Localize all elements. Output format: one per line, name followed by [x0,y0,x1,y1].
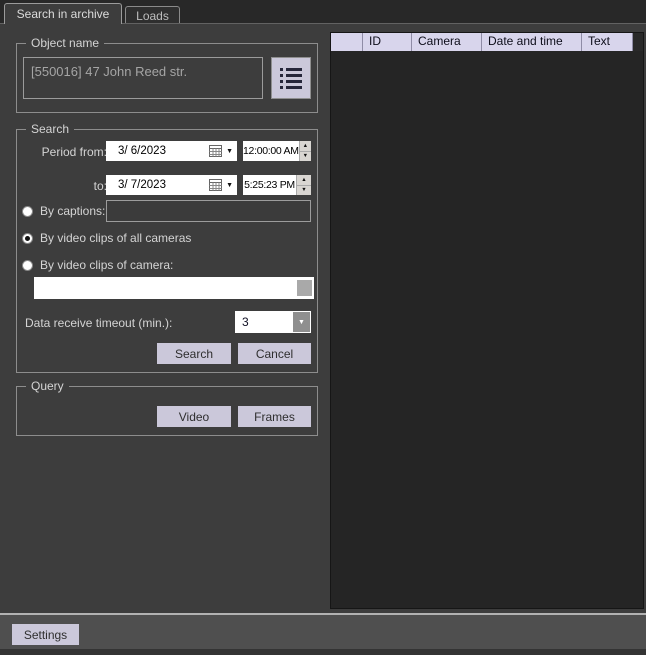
frames-button[interactable]: Frames [238,406,311,427]
date-to-picker[interactable]: 3/ 7/2023 ▼ [106,175,237,195]
column-header-selector[interactable] [331,33,363,51]
radio-by-captions[interactable] [22,205,33,217]
object-name-value: [550016] 47 John Reed str. [23,57,263,99]
by-captions-option[interactable]: By captions: [22,204,105,218]
search-group: Search Period from: 3/ 6/2023 ▼ 12:00:00… [16,122,318,373]
chevron-down-icon[interactable]: ▼ [222,182,237,189]
timeout-combobox[interactable]: 3 ▼ [235,311,311,333]
spin-down-icon[interactable]: ▼ [297,184,311,195]
tab-search-in-archive[interactable]: Search in archive [4,3,122,24]
column-header-date-and-time[interactable]: Date and time [482,33,582,51]
chevron-down-icon[interactable]: ▼ [293,312,310,332]
spin-up-icon[interactable]: ▲ [297,175,311,185]
chevron-down-icon[interactable]: ▼ [222,148,237,155]
timeout-value: 3 [242,315,249,329]
object-name-group: Object name [550016] 47 John Reed str. [16,36,318,113]
timeout-label: Data receive timeout (min.): [25,316,173,330]
date-from-picker[interactable]: 3/ 6/2023 ▼ [106,141,237,161]
object-list-button[interactable] [271,57,311,99]
query-legend: Query [26,379,69,394]
time-from-value: 12:00:00 AM [243,145,299,157]
cancel-button[interactable]: Cancel [238,343,311,364]
time-to-value: 5:25:23 PM [244,179,295,191]
by-camera-option[interactable]: By video clips of camera: [22,258,173,272]
spin-up-icon[interactable]: ▲ [299,141,311,151]
calendar-icon [209,179,223,191]
tab-page-search-in-archive: Object name [550016] 47 John Reed str. S… [0,23,646,613]
time-from-spinner[interactable]: ▲ ▼ [298,141,311,161]
search-legend: Search [26,122,75,137]
results-table-header: ID Camera Date and time Text [331,33,643,51]
radio-by-all-cameras[interactable] [22,232,33,244]
column-header-camera[interactable]: Camera [412,33,482,51]
period-from-label: Period from: [41,145,107,159]
captions-input[interactable] [106,200,311,222]
query-group: Query Video Frames [16,379,318,436]
list-icon [280,68,302,89]
column-header-id[interactable]: ID [363,33,412,51]
by-all-cameras-label: By video clips of all cameras [40,231,192,245]
calendar-icon [209,145,223,157]
time-to-picker[interactable]: 5:25:23 PM ▲ ▼ [243,175,311,195]
settings-button[interactable]: Settings [12,624,79,645]
camera-combobox[interactable] [34,277,314,299]
by-captions-label: By captions: [40,204,106,218]
video-button[interactable]: Video [157,406,231,427]
bottom-strip [0,649,646,655]
dropdown-button[interactable] [297,280,312,296]
spin-down-icon[interactable]: ▼ [299,150,311,161]
date-to-value: 3/ 7/2023 [118,179,166,191]
object-name-legend: Object name [26,36,105,51]
tab-bar: Search in archive Loads [0,0,646,24]
time-from-picker[interactable]: 12:00:00 AM ▲ ▼ [243,141,311,161]
column-header-filler [633,33,643,51]
time-to-spinner[interactable]: ▲ ▼ [296,175,311,195]
by-camera-label: By video clips of camera: [40,258,174,272]
footer-bar: Settings [0,613,646,649]
results-table: ID Camera Date and time Text [330,32,644,609]
by-all-cameras-option[interactable]: By video clips of all cameras [22,231,191,245]
radio-by-camera[interactable] [22,259,33,271]
results-table-body [331,51,643,608]
search-button[interactable]: Search [157,343,231,364]
app-window: Search in archive Loads Object name [550… [0,0,646,655]
to-label: to: [93,179,107,193]
date-from-value: 3/ 6/2023 [118,145,166,157]
tab-loads[interactable]: Loads [125,6,180,24]
column-header-text[interactable]: Text [582,33,633,51]
